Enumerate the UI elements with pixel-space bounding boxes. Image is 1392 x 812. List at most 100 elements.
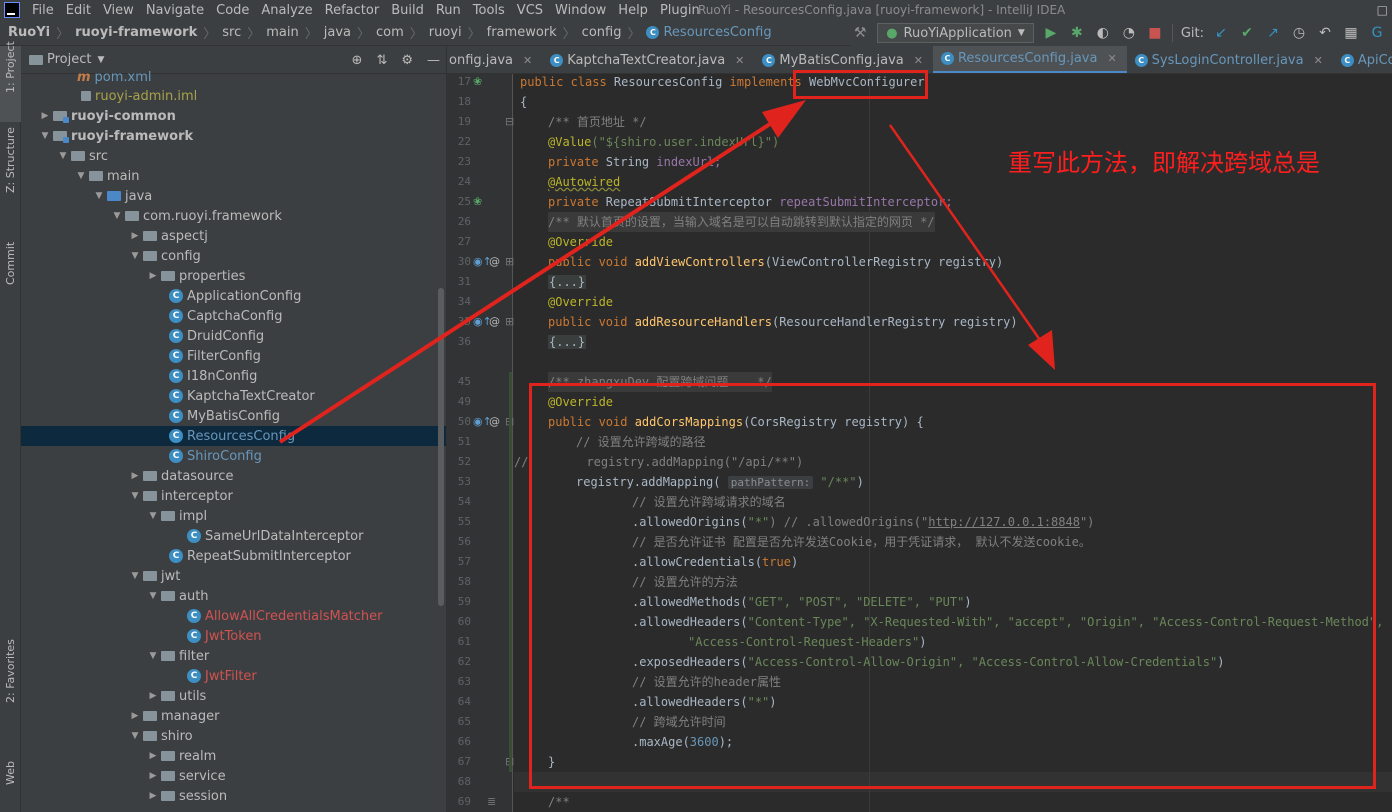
menu-navigate[interactable]: Navigate <box>140 3 210 18</box>
coverage-icon[interactable]: ◐ <box>1094 24 1112 42</box>
chevron-down-icon[interactable]: ▼ <box>73 171 89 181</box>
tab-kaptchatextcreator[interactable]: C KaptchaTextCreator.java ✕ <box>542 46 754 73</box>
breadcrumb-item[interactable]: main <box>266 25 298 40</box>
menu-view[interactable]: View <box>97 3 140 18</box>
debug-icon[interactable]: ✱ <box>1068 24 1086 42</box>
chevron-right-icon[interactable]: ▶ <box>127 471 143 481</box>
tree-item[interactable]: ▼ jwt <box>21 566 446 586</box>
tree-item[interactable]: C CaptchaConfig <box>21 306 446 326</box>
translate-icon[interactable]: G <box>1368 24 1386 42</box>
tree-item[interactable]: ▼ main <box>21 166 446 186</box>
hammer-icon[interactable]: ⚒ <box>851 24 869 42</box>
tree-item[interactable]: ▶ service <box>21 766 446 786</box>
tree-item[interactable]: C SameUrlDataInterceptor <box>21 526 446 546</box>
project-panel-title[interactable]: Project <box>47 52 91 67</box>
tab-filterconfig[interactable]: onfig.java ✕ <box>447 46 542 73</box>
tree-item[interactable]: C DruidConfig <box>21 326 446 346</box>
chevron-down-icon[interactable]: ▼ <box>127 571 143 581</box>
tree-item[interactable]: ▶ ruoyi-common <box>21 106 446 126</box>
folded-code[interactable]: {...} <box>548 332 587 352</box>
close-icon[interactable]: ✕ <box>1107 52 1116 65</box>
tree-item[interactable]: C FilterConfig <box>21 346 446 366</box>
breadcrumb-item-current[interactable]: ResourcesConfig <box>663 25 771 40</box>
tool-project[interactable]: 1: Project <box>4 41 17 93</box>
menu-build[interactable]: Build <box>385 3 430 18</box>
tree-item[interactable]: C ApplicationConfig <box>21 286 446 306</box>
tree-item[interactable]: ▶ manager <box>21 706 446 726</box>
breadcrumb-item[interactable]: framework <box>487 25 557 40</box>
locate-icon[interactable]: ⊕ <box>352 53 363 68</box>
tree-item[interactable]: ▼ auth <box>21 586 446 606</box>
chevron-right-icon[interactable]: ▶ <box>145 771 161 781</box>
menu-file[interactable]: File <box>26 3 60 18</box>
tree-item[interactable]: ▼ interceptor <box>21 486 446 506</box>
tree-item[interactable]: ▼ ruoyi-framework <box>21 126 446 146</box>
project-structure-icon[interactable]: ▦ <box>1342 24 1360 42</box>
tab-sysLogincontroller[interactable]: C SysLoginController.java ✕ <box>1127 46 1333 73</box>
rollback-icon[interactable]: ↶ <box>1316 24 1334 42</box>
collapse-all-icon[interactable]: ⇅ <box>376 53 387 68</box>
project-scrollbar[interactable] <box>438 288 444 606</box>
tree-item[interactable]: m pom.xml <box>21 68 446 86</box>
chevron-down-icon[interactable]: ▼ <box>127 491 143 501</box>
menu-edit[interactable]: Edit <box>60 3 97 18</box>
menu-run[interactable]: Run <box>430 3 467 18</box>
breadcrumb-item[interactable]: config <box>582 25 622 40</box>
breadcrumb-item[interactable]: src <box>222 25 241 40</box>
menu-code[interactable]: Code <box>210 3 255 18</box>
chevron-right-icon[interactable]: ▶ <box>127 711 143 721</box>
minimize-icon[interactable]: — <box>427 53 440 68</box>
history-icon[interactable]: ◷ <box>1290 24 1308 42</box>
code-link[interactable]: http://127.0.0.1:8848 <box>928 515 1080 529</box>
spring-bean-icon[interactable]: ❀ <box>473 192 482 212</box>
run-icon[interactable]: ▶ <box>1042 24 1060 42</box>
chevron-down-icon[interactable]: ▼ <box>37 131 53 141</box>
git-push-icon[interactable]: ↗ <box>1264 24 1282 42</box>
fold-icon[interactable]: ⊞ <box>505 252 514 272</box>
run-config-select[interactable]: ● RuoYiApplication ▼ <box>877 23 1034 43</box>
tree-item[interactable]: ▼ com.ruoyi.framework <box>21 206 446 226</box>
close-icon[interactable]: ✕ <box>914 54 923 67</box>
tree-item[interactable]: ▶ utils <box>21 686 446 706</box>
tree-item[interactable]: C JwtToken <box>21 626 446 646</box>
menu-window[interactable]: Window <box>549 3 612 18</box>
tree-item[interactable]: ruoyi-admin.iml <box>21 86 446 106</box>
tree-item[interactable]: ▶ realm <box>21 746 446 766</box>
menu-analyze[interactable]: Analyze <box>255 3 318 18</box>
breadcrumb-item[interactable]: java <box>324 25 351 40</box>
chevron-down-icon[interactable]: ▼ <box>109 211 125 221</box>
chevron-right-icon[interactable]: ▶ <box>37 111 53 121</box>
close-icon[interactable]: ✕ <box>1314 54 1323 67</box>
git-commit-icon[interactable]: ✔ <box>1238 24 1256 42</box>
code-editor[interactable]: public class ResourcesConfig implements … <box>514 74 1392 812</box>
tab-resourcesconfig[interactable]: C ResourcesConfig.java ✕ <box>932 46 1127 73</box>
tree-item[interactable]: C RepeatSubmitInterceptor <box>21 546 446 566</box>
chevron-down-icon[interactable]: ▼ <box>91 191 107 201</box>
chevron-right-icon[interactable]: ▶ <box>145 751 161 761</box>
close-icon[interactable]: ✕ <box>735 54 744 67</box>
tree-item[interactable]: ▼ shiro <box>21 726 446 746</box>
breadcrumb-item[interactable]: RuoYi <box>8 25 50 40</box>
chevron-down-icon[interactable]: ▼ <box>127 731 143 741</box>
maximize-icon[interactable]: □ <box>1377 0 1388 20</box>
tree-item[interactable]: ▶ aspectj <box>21 226 446 246</box>
chevron-down-icon[interactable]: ▼ <box>145 511 161 521</box>
chevron-right-icon[interactable]: ▶ <box>145 791 161 801</box>
folded-code[interactable]: {...} <box>548 272 587 292</box>
tool-web[interactable]: Web <box>4 761 17 785</box>
chevron-down-icon[interactable]: ▼ <box>145 591 161 601</box>
chevron-down-icon[interactable]: ▼ <box>145 651 161 661</box>
tree-item[interactable]: C KaptchaTextCreator <box>21 386 446 406</box>
close-icon[interactable]: ✕ <box>523 54 532 67</box>
tree-item[interactable]: ▼ impl <box>21 506 446 526</box>
tool-favorites[interactable]: 2: Favorites <box>4 639 17 703</box>
tab-mybatisconfig[interactable]: C MyBatisConfig.java ✕ <box>754 46 933 73</box>
chevron-down-icon[interactable]: ▼ <box>97 55 104 65</box>
breadcrumb-item[interactable]: ruoyi <box>429 25 462 40</box>
chevron-down-icon[interactable]: ▼ <box>55 151 71 161</box>
stop-icon[interactable]: ■ <box>1146 24 1164 42</box>
tree-item[interactable]: ▼ filter <box>21 646 446 666</box>
tool-structure[interactable]: Z: Structure <box>4 127 17 193</box>
tree-item[interactable]: ▼ java <box>21 186 446 206</box>
menu-help[interactable]: Help <box>612 3 654 18</box>
